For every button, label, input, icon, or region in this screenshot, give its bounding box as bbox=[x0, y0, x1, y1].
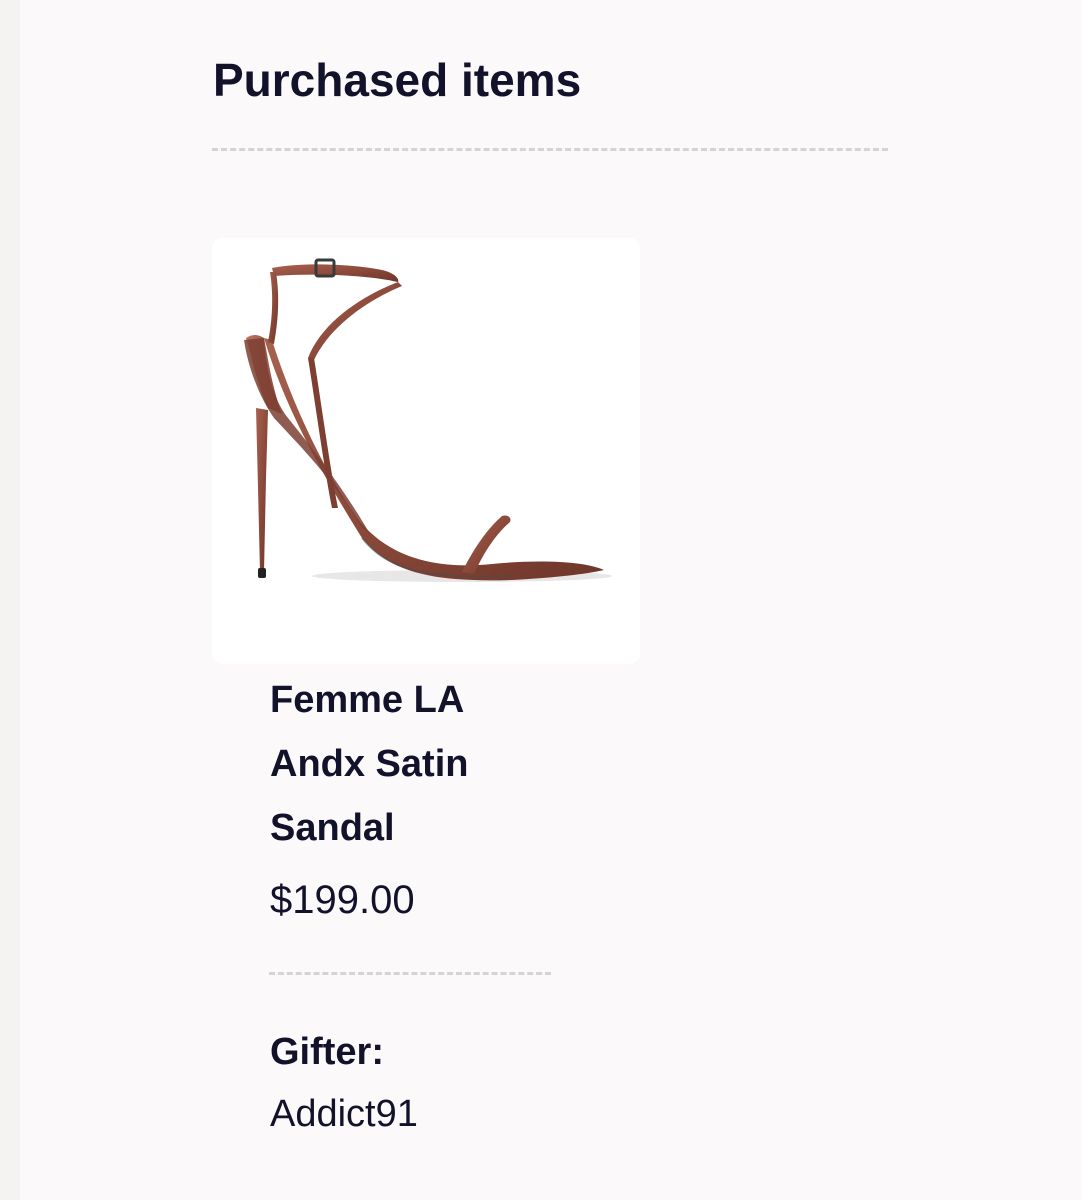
product-name[interactable]: Femme LA Andx Satin Sandal bbox=[270, 668, 550, 860]
item-divider bbox=[269, 972, 551, 975]
product-image[interactable] bbox=[212, 238, 640, 664]
gifter-name: Addict91 bbox=[270, 1093, 418, 1135]
gifter-label: Gifter: bbox=[270, 1031, 384, 1073]
section-divider bbox=[212, 148, 888, 151]
page-title: Purchased items bbox=[213, 54, 582, 106]
sandal-image bbox=[244, 258, 612, 582]
product-price: $199.00 bbox=[270, 878, 415, 922]
